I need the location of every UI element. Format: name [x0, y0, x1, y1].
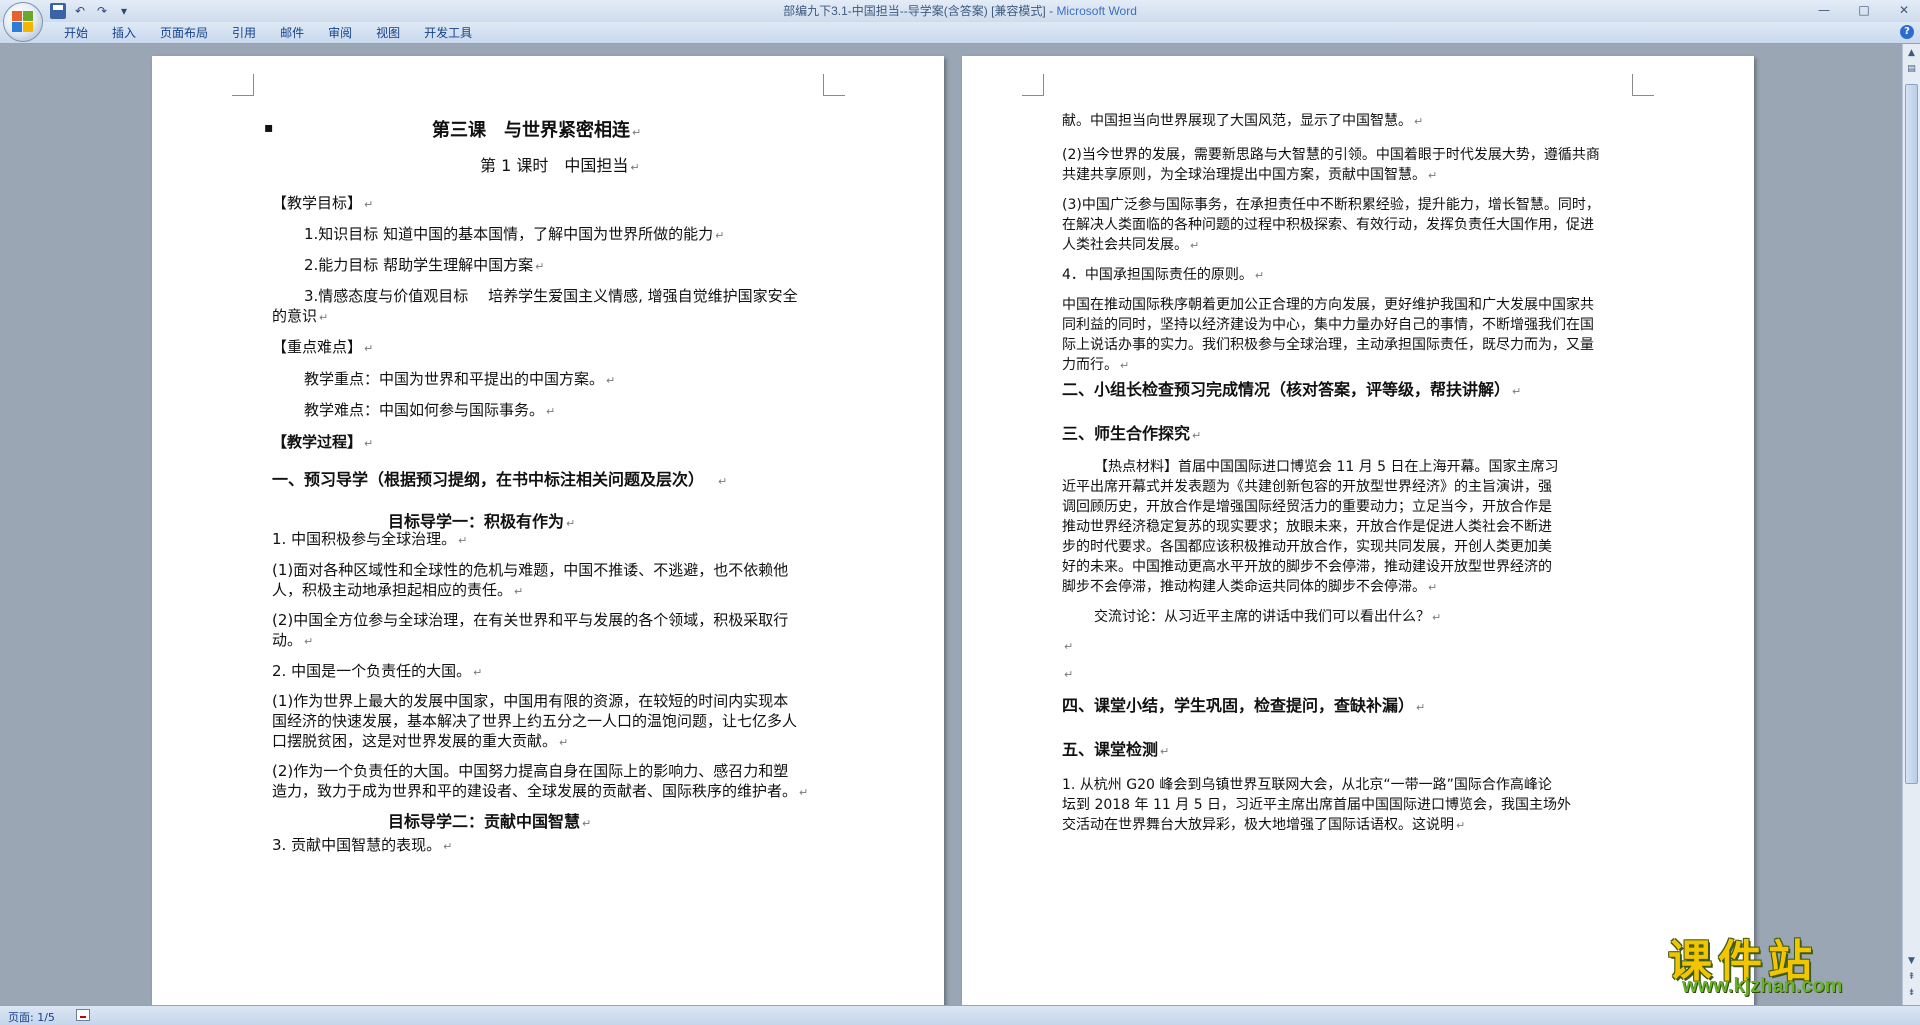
body-text: 人类社会共同发展。 ↵	[1062, 237, 1200, 253]
hot-material-text: 推动世界经济稳定复苏的现实要求；放眼未来，开放合作是促进人类社会不断进	[1062, 519, 1552, 535]
point-item: 1. 中国积极参与全球治理。 ↵	[272, 530, 468, 548]
document-page-1[interactable]: ▪ 第三课 与世界紧密相连 ↵ 第 1 课时 中国担当 ↵ 【教学目标】 ↵ 1.知识…	[152, 56, 944, 1005]
goal-item: 1.知识目标 知道中国的基本国情，了解中国为世界所做的能力 ↵	[304, 225, 725, 243]
vertical-scrollbar[interactable]: ▲ ▤ ▼ ⇞ ⇟	[1902, 44, 1920, 1005]
point-text: 口摆脱贫困，这是对世界发展的重大贡献。 ↵	[272, 732, 569, 750]
empty-paragraph: ↵	[1064, 640, 1074, 653]
point-text: (1)面对各种区域性和全球性的危机与难题，中国不推诿、不逃避，也不依赖他	[272, 561, 789, 579]
maximize-icon[interactable]: □	[1856, 2, 1872, 18]
tab-references[interactable]: 引用	[220, 22, 268, 44]
goals-heading: 【教学目标】 ↵	[272, 194, 374, 212]
redo-icon[interactable]: ↷	[94, 3, 110, 19]
save-icon[interactable]	[50, 3, 66, 19]
key-point: 教学难点：中国如何参与国际事务。 ↵	[304, 401, 556, 419]
point-text: 人，积极主动地承担起相应的责任。 ↵	[272, 581, 524, 599]
body-text: 献。中国担当向世界展现了大国风范，显示了中国智慧。 ↵	[1062, 113, 1424, 129]
site-watermark: 课件站 www.kjzhan.com	[1668, 925, 1904, 1003]
point-text: (2)作为一个负责任的大国。中国努力提高自身在国际上的影响力、感召力和塑	[272, 762, 789, 780]
app-name: Microsoft Word	[1056, 4, 1137, 18]
minimize-icon[interactable]: —	[1816, 2, 1832, 18]
body-text: 际上说话办事的实力。我们积极参与全球治理，主动承担国际责任，既尽力而为，又量	[1062, 337, 1594, 353]
section-heading: 二、小组长检查预习完成情况（核对答案，评等级，帮扶讲解） ↵	[1062, 380, 1522, 399]
body-text: (3)中国广泛参与国际事务，在承担责任中不断积累经验，提升能力，增长智慧。同时，	[1062, 197, 1600, 213]
window-controls: — □ ✕	[1816, 2, 1912, 18]
body-text: 中国在推动国际秩序朝着更加公正合理的方向发展，更好维护我国和广大发展中国家共	[1062, 297, 1594, 313]
tab-view[interactable]: 视图	[364, 22, 412, 44]
lesson-subtitle: 第 1 课时 中国担当 ↵	[480, 156, 640, 175]
window-title: 部编九下3.1-中国担当--导学案(含答案) [兼容模式] - Microsof…	[783, 4, 1137, 18]
crop-mark	[1632, 74, 1654, 96]
quick-access-toolbar: ↶ ↷ ▾	[50, 3, 132, 19]
point-text: (2)中国全方位参与全球治理，在有关世界和平与发展的各个领域，积极采取行	[272, 611, 789, 629]
tab-mailings[interactable]: 邮件	[268, 22, 316, 44]
tab-page-layout[interactable]: 页面布局	[148, 22, 220, 44]
proofing-icon[interactable]	[76, 1009, 90, 1021]
page-indicator[interactable]: 页面: 1/5	[8, 1009, 55, 1025]
close-icon[interactable]: ✕	[1896, 2, 1912, 18]
point-text: 动。 ↵	[272, 631, 314, 649]
prev-page-icon[interactable]: ⇞	[1905, 970, 1918, 984]
target-heading: 目标导学二：贡献中国智慧 ↵	[388, 812, 592, 831]
status-bar: 页面: 1/5	[0, 1005, 1920, 1025]
section-heading: 五、课堂检测 ↵	[1062, 740, 1170, 759]
tab-review[interactable]: 审阅	[316, 22, 364, 44]
quiz-text: 坛到 2018 年 11 月 5 日，习近平主席出席首届中国国际进口博览会，我国…	[1062, 797, 1572, 813]
hot-material-text: 好的未来。中国推动更高水平开放的脚步不会停滞，推动建设开放型世界经济的	[1062, 559, 1552, 575]
ruler-toggle-icon[interactable]: ▤	[1905, 62, 1918, 76]
hot-material-text: 近平出席开幕式并发表题为《共建创新包容的开放型世界经济》的主旨演讲，强	[1062, 479, 1552, 495]
body-text: 同利益的同时，坚持以经济建设为中心，集中力量办好自己的事情，不断增强我们在国	[1062, 317, 1594, 333]
section-heading: 四、课堂小结，学生巩固，检查提问，查缺补漏） ↵	[1062, 696, 1426, 715]
empty-paragraph: ↵	[1064, 668, 1074, 681]
lesson-title: 第三课 与世界紧密相连 ↵	[432, 120, 642, 141]
scroll-thumb[interactable]	[1905, 84, 1918, 784]
scroll-up-icon[interactable]: ▲	[1905, 46, 1918, 60]
body-text: (2)当今世界的发展，需要新思路与大智慧的引领。中国着眼于时代发展大势，遵循共商	[1062, 147, 1600, 163]
tab-home[interactable]: 开始	[52, 22, 100, 44]
point-item: 4．中国承担国际责任的原则。 ↵	[1062, 267, 1265, 283]
body-text: 在解决人类面临的各种问题的过程中积极探索、有效行动，发挥负责任大国作用，促进	[1062, 217, 1594, 233]
key-heading: 【重点难点】 ↵	[272, 338, 374, 356]
office-logo-icon	[12, 11, 34, 33]
hot-material-text: 脚步不会停滞，推动构建人类命运共同体的脚步不会停滞。 ↵	[1062, 579, 1438, 595]
process-heading: 【教学过程】 ↵	[272, 433, 374, 451]
crop-mark	[232, 74, 254, 96]
hot-material-text: 调回顾历史，开放合作是增强国际经贸活力的重要动力；立足当今，开放合作是	[1062, 499, 1552, 515]
next-page-icon[interactable]: ⇟	[1905, 986, 1918, 1000]
point-text: 造力，致力于成为世界和平的建设者、全球发展的贡献者、国际秩序的维护者。 ↵	[272, 782, 809, 800]
ribbon-tabs: 开始 插入 页面布局 引用 邮件 审阅 视图 开发工具 ?	[0, 22, 1920, 44]
hot-material-text: 步的时代要求。各国都应该积极推动开放合作，实现共同发展，开创人类更加美	[1062, 539, 1552, 555]
help-icon[interactable]: ?	[1900, 25, 1914, 39]
bullet-mark: ▪	[264, 120, 274, 136]
crop-mark	[823, 74, 845, 96]
document-page-2[interactable]: 献。中国担当向世界展现了大国风范，显示了中国智慧。 ↵ (2)当今世界的发展，需要…	[962, 56, 1754, 1005]
scroll-down-icon[interactable]: ▼	[1905, 954, 1918, 968]
key-point: 教学重点：中国为世界和平提出的中国方案。 ↵	[304, 370, 616, 388]
customize-icon[interactable]: ▾	[116, 3, 132, 19]
point-text: 国经济的快速发展，基本解决了世界上约五分之一人口的温饱问题，让七亿多人	[272, 712, 798, 730]
document-workspace[interactable]: ▪ 第三课 与世界紧密相连 ↵ 第 1 课时 中国担当 ↵ 【教学目标】 ↵ 1.知识…	[0, 44, 1902, 1005]
title-bar: 部编九下3.1-中国担当--导学案(含答案) [兼容模式] - Microsof…	[0, 0, 1920, 22]
goal-item: 3.情感态度与价值观目标 培养学生爱国主义情感, 增强自觉维护国家安全	[304, 287, 798, 305]
undo-icon[interactable]: ↶	[72, 3, 88, 19]
crop-mark	[1022, 74, 1044, 96]
goal-item: 2.能力目标 帮助学生理解中国方案 ↵	[304, 256, 545, 274]
section-heading: 三、师生合作探究 ↵	[1062, 424, 1202, 443]
discussion-prompt: 交流讨论：从习近平主席的讲话中我们可以看出什么？ ↵	[1094, 609, 1442, 625]
tab-insert[interactable]: 插入	[100, 22, 148, 44]
body-text: 力而行。 ↵	[1062, 357, 1130, 373]
quiz-text: 交活动在世界舞台大放异彩，极大地增强了国际话语权。这说明 ↵	[1062, 817, 1466, 833]
office-button[interactable]	[3, 2, 43, 42]
section-heading: 一、预习导学（根据预习提纲，在书中标注相关问题及层次） ↵	[272, 470, 728, 489]
quiz-text: 1. 从杭州 G20 峰会到乌镇世界互联网大会，从北京“一带一路”国际合作高峰论	[1062, 777, 1552, 793]
point-text: (1)作为世界上最大的发展中国家，中国用有限的资源，在较短的时间内实现本	[272, 692, 789, 710]
body-text: 共建共享原则，为全球治理提出中国方案，贡献中国智慧。 ↵	[1062, 167, 1438, 183]
watermark-url: www.kjzhan.com	[1682, 975, 1843, 997]
goal-item-cont: 的意识 ↵	[272, 307, 329, 325]
point-item: 2. 中国是一个负责任的大国。 ↵	[272, 662, 483, 680]
point-item: 3. 贡献中国智慧的表现。 ↵	[272, 836, 453, 854]
tab-developer[interactable]: 开发工具	[412, 22, 484, 44]
hot-material-text: 【热点材料】首届中国国际进口博览会 11 月 5 日在上海开幕。国家主席习	[1094, 459, 1559, 475]
